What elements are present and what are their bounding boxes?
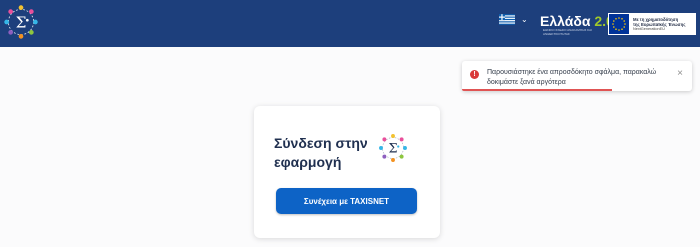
error-icon: ! xyxy=(470,70,479,79)
sigma-network-logo-icon[interactable]: Σ xyxy=(3,4,39,40)
sigma-network-logo-icon: Σ xyxy=(379,134,407,162)
eu-funding-line2: της Ευρωπαϊκής Ένωσης xyxy=(633,21,686,27)
svg-text:Σ: Σ xyxy=(16,13,27,31)
svg-text:Σ: Σ xyxy=(388,142,397,157)
chevron-down-icon: ⌄ xyxy=(521,14,528,24)
language-selector[interactable]: ⌄ xyxy=(499,14,528,25)
login-card: Σύνδεση στην εφαρμογή Σ Συνέχεια με TAXI… xyxy=(254,106,440,238)
eu-funding-line1: Με τη χρηματοδότηση xyxy=(633,16,679,22)
taxisnet-login-button[interactable]: Συνέχεια με TAXISNET xyxy=(276,188,417,214)
close-icon[interactable]: × xyxy=(677,69,683,79)
eu-funding-line3: NextGenerationEU xyxy=(633,26,665,31)
eu-funding-badge: Με τη χρηματοδότηση της Ευρωπαϊκής Ένωση… xyxy=(608,13,696,35)
greek-flag-icon xyxy=(499,14,515,25)
greece-2-0-subtitle: ΕΘΝΙΚΟ ΣΧΕΔΙΟ ΑΝΑΚΑΜΨΗΣ ΚΑΙ ΑΝΘΕΚΤΙΚΟΤΗΤ… xyxy=(543,28,592,36)
greece-2-0-logo: Ελλάδα 2.0 ΕΘΝΙΚΟ ΣΧΕΔΙΟ ΑΝΑΚΑΜΨΗΣ ΚΑΙ Α… xyxy=(540,13,614,37)
top-header: Σ ⌄ Ελλάδα 2.0 ΕΘΝΙΚΟ ΣΧΕΔΙΟ ΑΝΑΚΑΜΨΗΣ Κ… xyxy=(0,0,700,47)
toast-progress-bar xyxy=(462,89,612,91)
error-toast: ! Παρουσιάστηκε ένα απροσδόκητο σφάλμα, … xyxy=(462,61,692,91)
eu-flag-icon xyxy=(609,14,629,34)
login-title: Σύνδεση στην εφαρμογή xyxy=(274,135,368,170)
greece-2-0-title: Ελλάδα xyxy=(540,13,591,29)
toast-message: Παρουσιάστηκε ένα απροσδόκητο σφάλμα, πα… xyxy=(487,69,657,86)
